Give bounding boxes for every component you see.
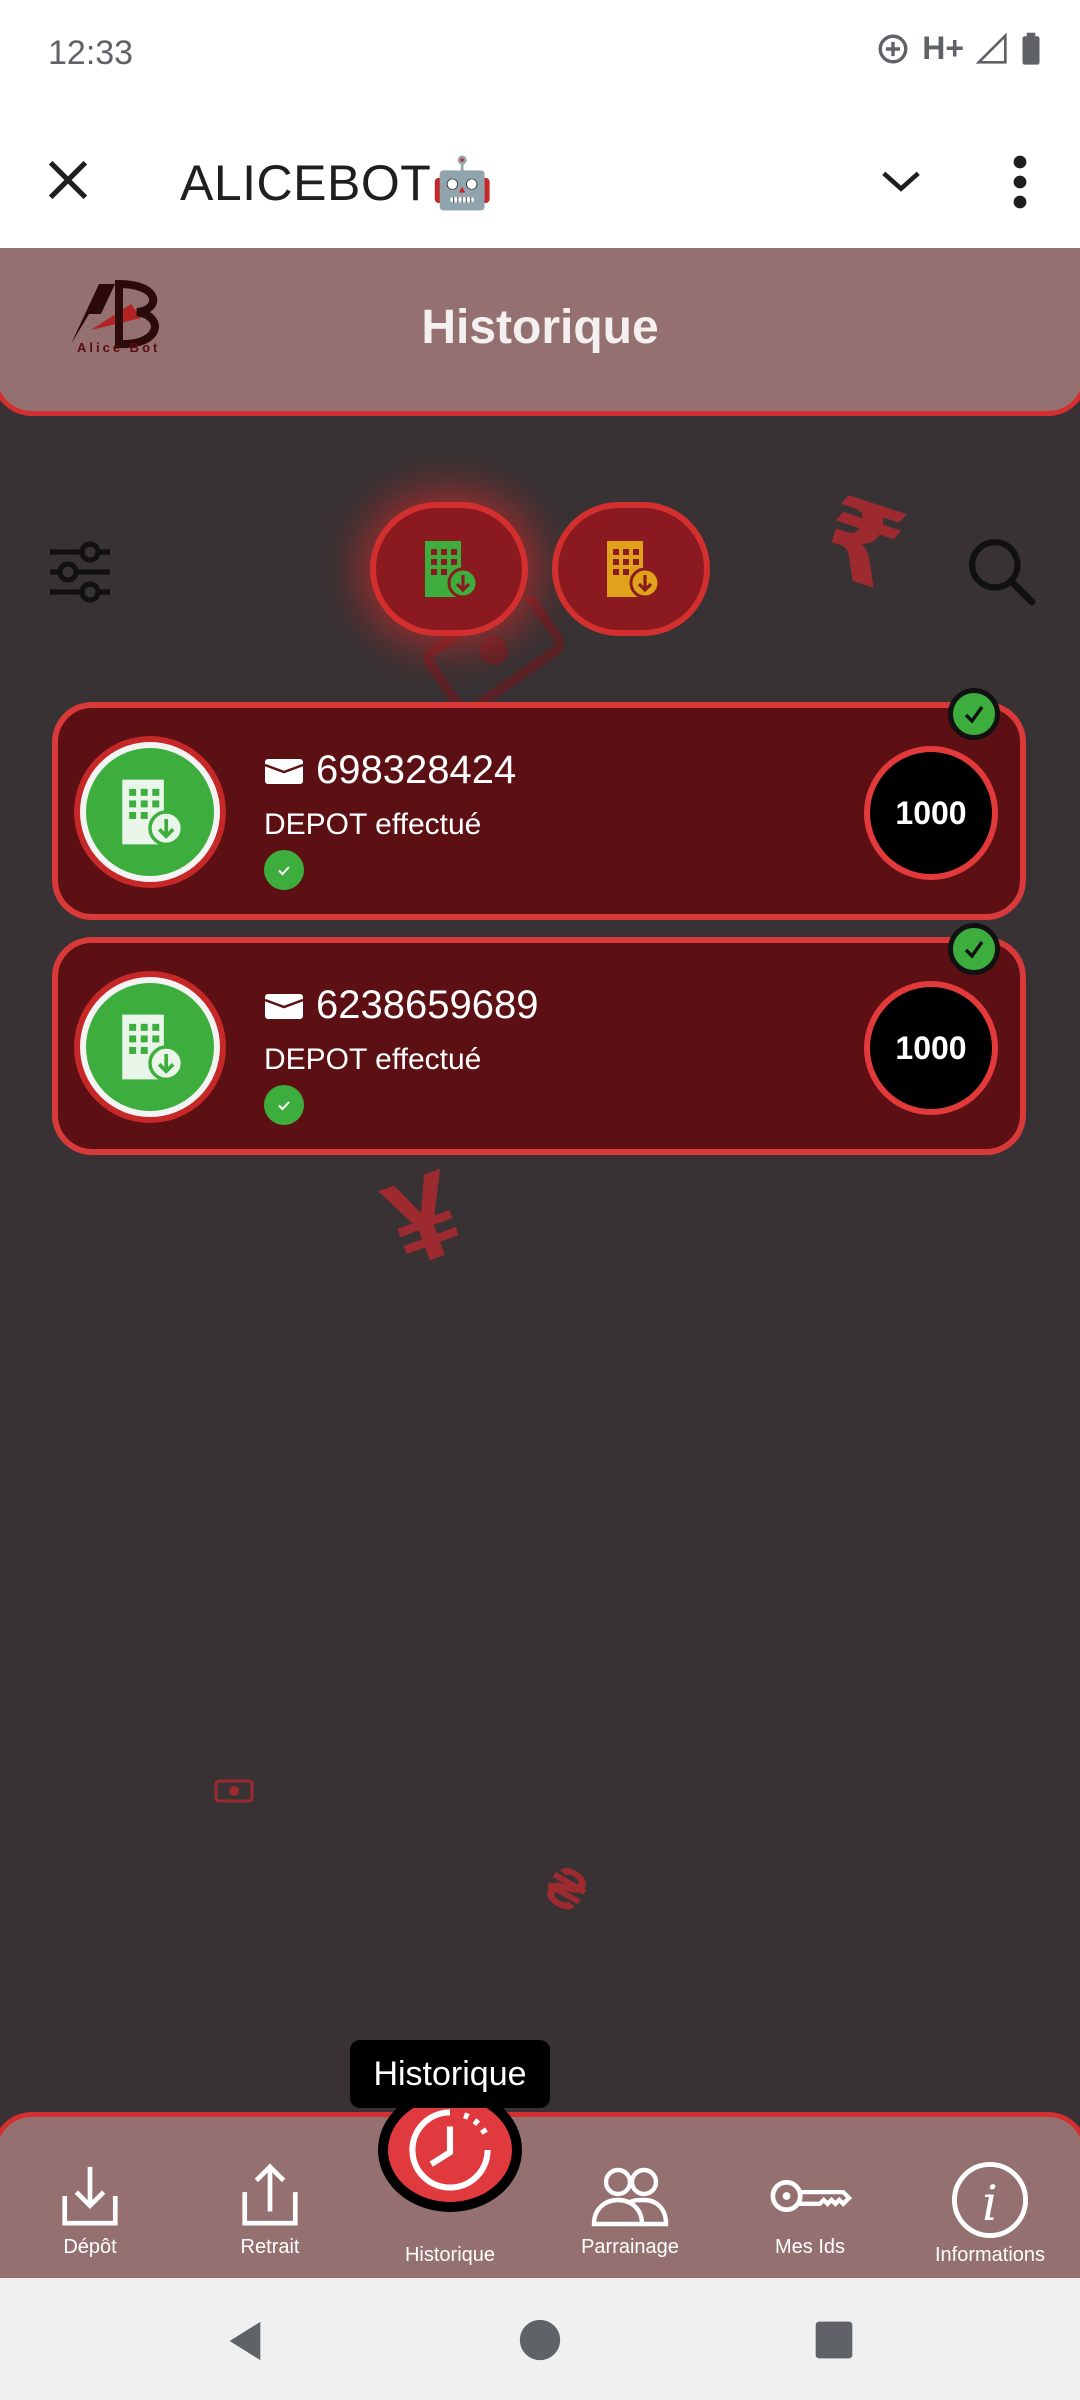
tooltip: Historique <box>350 2040 550 2108</box>
decoration-symbol: ₴ <box>534 1851 599 1926</box>
building-deposit-icon <box>122 1014 185 1082</box>
transaction-number: 698328424 <box>316 748 517 792</box>
check-icon <box>264 850 304 890</box>
info-icon: i <box>952 2162 1028 2238</box>
back-icon[interactable] <box>222 2318 268 2364</box>
check-icon <box>264 1085 304 1125</box>
status-bar: 12:33 H+ <box>0 0 1080 110</box>
wallet-icon <box>264 758 304 784</box>
nav-label: Informations <box>934 2244 1046 2266</box>
transaction-status: DEPOT effectué <box>264 1043 482 1076</box>
close-icon[interactable] <box>42 154 94 206</box>
search-icon[interactable] <box>966 536 1036 606</box>
page-header: Alice Bot Historique <box>0 248 1080 416</box>
wallet-icon <box>264 993 304 1019</box>
transaction-card[interactable]: 698328424 DEPOT effectué 1000 <box>52 688 1026 920</box>
network-type: H+ <box>922 30 964 66</box>
nav-item-informations[interactable]: i Informations <box>900 2160 1080 2270</box>
transaction-card[interactable]: 6238659689 DEPOT effectué 1000 <box>52 923 1026 1155</box>
recents-icon[interactable] <box>814 2320 854 2360</box>
chevron-down-icon[interactable] <box>876 158 926 204</box>
transaction-status: DEPOT effectué <box>264 808 482 841</box>
decoration-symbol: ₹ <box>806 474 918 615</box>
building-deposit-icon <box>122 779 185 847</box>
users-icon <box>591 2167 669 2227</box>
banknote-decoration-icon <box>214 1779 254 1803</box>
transaction-amount: 1000 <box>864 981 998 1115</box>
transaction-number-row: 698328424 <box>264 748 516 793</box>
transaction-number-row: 6238659689 <box>264 983 538 1028</box>
svg-text:i: i <box>982 2175 998 2232</box>
filter-deposit-button[interactable] <box>370 502 528 636</box>
home-icon[interactable] <box>518 2318 562 2362</box>
transaction-type-avatar <box>80 977 220 1117</box>
more-vert-icon[interactable] <box>1000 154 1040 210</box>
nav-item-mes-ids[interactable]: Mes Ids <box>720 2160 900 2270</box>
signal-icon <box>976 32 1007 64</box>
building-deposit-icon <box>425 541 479 599</box>
transaction-amount: 1000 <box>864 746 998 880</box>
upload-icon <box>242 2163 298 2226</box>
nav-item-retrait[interactable]: Retrait <box>180 2160 360 2270</box>
transaction-type-avatar <box>80 742 220 882</box>
building-withdraw-icon <box>607 541 661 599</box>
nav-label: Parrainage <box>581 2236 679 2258</box>
download-icon <box>62 2166 118 2226</box>
key-icon <box>770 2179 853 2213</box>
verified-check-icon <box>948 688 1000 740</box>
nav-label: Historique <box>404 2244 496 2266</box>
transaction-number: 6238659689 <box>316 983 539 1027</box>
data-saver-icon <box>878 34 908 63</box>
status-icons: H+ <box>876 30 1042 67</box>
filter-withdraw-button[interactable] <box>552 502 710 636</box>
app-bar: ALICEBOT🤖 <box>0 110 1080 250</box>
decoration-symbol: ¥ <box>369 1144 478 1294</box>
nav-label: Retrait <box>240 2236 300 2258</box>
nav-item-parrainage[interactable]: Parrainage <box>540 2160 720 2270</box>
status-time: 12:33 <box>48 34 134 72</box>
nav-item-depot[interactable]: Dépôt <box>0 2160 180 2270</box>
filter-icon[interactable] <box>46 538 114 606</box>
verified-check-icon <box>948 923 1000 975</box>
page-title: Historique <box>421 301 659 354</box>
clock-icon <box>409 2109 491 2191</box>
system-nav-bar <box>0 2278 1080 2400</box>
battery-icon <box>1022 32 1040 65</box>
nav-label: Dépôt <box>63 2236 117 2258</box>
app-title: ALICEBOT🤖 <box>180 155 495 211</box>
nav-label: Mes Ids <box>774 2236 846 2258</box>
